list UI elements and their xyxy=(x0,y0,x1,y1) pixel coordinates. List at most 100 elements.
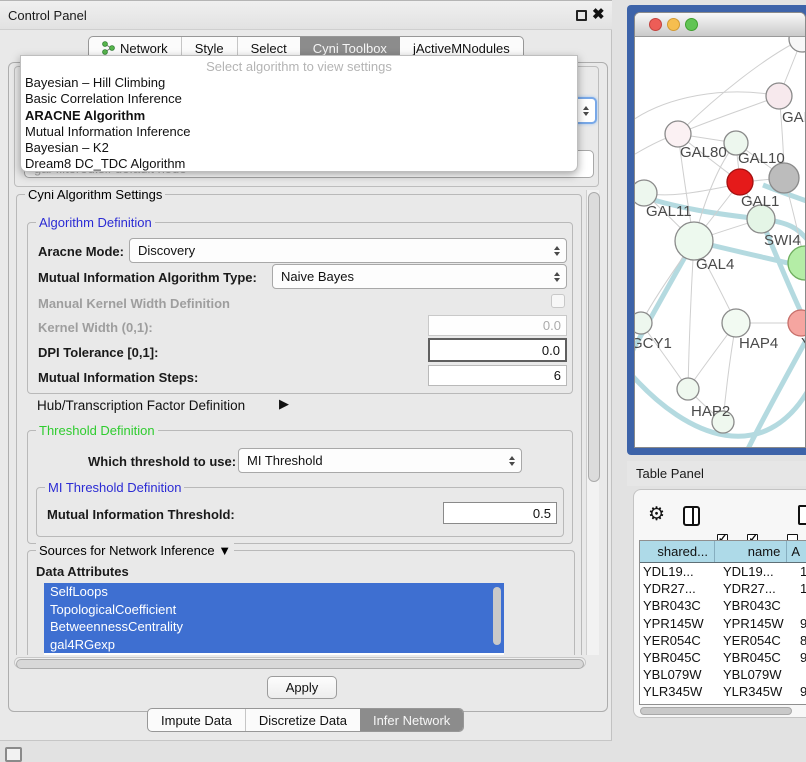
table-row[interactable]: YBR045CYBR045C9. xyxy=(640,649,806,666)
window-minimize-button[interactable] xyxy=(667,18,680,31)
threshold-definition-group: Threshold Definition Which threshold to … xyxy=(27,430,573,544)
mi-threshold-field[interactable]: 0.5 xyxy=(443,502,557,524)
dropdown-item[interactable]: Mutual Information Inference xyxy=(21,124,577,140)
table-row[interactable]: YIL052CYIL052C9. xyxy=(640,701,806,706)
control-panel-window: Control Panel ✖ Network Style Select Cyn… xyxy=(0,0,612,741)
mi-algorithm-type-label: Mutual Information Algorithm Type: xyxy=(38,270,257,285)
collapse-arrow-icon[interactable]: ▶ xyxy=(279,396,289,412)
table-row[interactable]: YDL19...YDL19...13 xyxy=(640,563,806,580)
column-header[interactable]: shared... xyxy=(640,541,715,562)
table-row[interactable]: YBR043CYBR043C xyxy=(640,597,806,614)
tab-discretize-data[interactable]: Discretize Data xyxy=(245,709,360,731)
data-attributes-label: Data Attributes xyxy=(36,564,129,579)
settings-viewport: Cyni Algorithm Settings Algorithm Defini… xyxy=(12,190,586,655)
cyni-algorithm-settings-group: Cyni Algorithm Settings Algorithm Defini… xyxy=(16,194,582,655)
node-label: GAL10 xyxy=(738,150,785,167)
attribute-item[interactable]: gal4RGexp xyxy=(44,636,504,654)
node-label: GAL xyxy=(782,109,806,126)
expand-arrow-icon[interactable]: ▼ xyxy=(218,543,231,558)
float-window-icon[interactable] xyxy=(576,10,587,21)
kernel-width-field[interactable]: 0.0 xyxy=(428,315,567,336)
table-row[interactable]: YLR345WYLR345W9. xyxy=(640,683,806,700)
tab-infer-network[interactable]: Infer Network xyxy=(360,709,463,731)
dropdown-item-selected[interactable]: ARACNE Algorithm xyxy=(21,108,577,124)
kernel-width-label: Kernel Width (0,1): xyxy=(38,320,153,335)
document-icon[interactable] xyxy=(798,505,806,525)
tab-impute-data[interactable]: Impute Data xyxy=(148,709,245,731)
table-row[interactable]: YPR145WYPR145W9. xyxy=(640,615,806,632)
network-tab-icon xyxy=(102,41,115,55)
node-gcy1[interactable] xyxy=(635,312,652,334)
node-label: GAL1 xyxy=(741,193,779,210)
settings-hscrollbar[interactable] xyxy=(14,657,586,668)
spinner-arrows-icon xyxy=(554,246,560,256)
panel-dock-icon[interactable] xyxy=(5,747,22,762)
mi-threshold-definition-group: MI Threshold Definition Mutual Informati… xyxy=(36,487,564,537)
dropdown-prompt: Select algorithm to view settings xyxy=(21,56,577,75)
node-label: HAP4 xyxy=(739,335,778,352)
node-label: SWI4 xyxy=(764,232,801,249)
node-label: GAL4 xyxy=(696,256,734,273)
node-table: shared... name A YDL19...YDL19...13 YDR2… xyxy=(639,540,806,705)
mi-steps-label: Mutual Information Steps: xyxy=(38,370,198,385)
mi-threshold-label: Mutual Information Threshold: xyxy=(47,507,235,522)
list-scrollbar-thumb[interactable] xyxy=(493,587,501,645)
mi-algorithm-type-combo[interactable]: Naive Bayes xyxy=(272,264,567,289)
node-hap2[interactable] xyxy=(677,378,699,400)
table-header-row: shared... name A xyxy=(640,541,806,563)
node-label: GCY1 xyxy=(635,335,672,352)
attribute-item[interactable]: SelfLoops xyxy=(44,583,504,601)
table-row[interactable]: YDR27...YDR27...12 xyxy=(640,580,806,597)
column-view-icon[interactable] xyxy=(683,506,700,526)
sources-group: Sources for Network Inference ▼ Data Att… xyxy=(27,550,575,655)
table-hscrollbar[interactable] xyxy=(639,707,806,716)
node-gal4[interactable] xyxy=(675,222,713,260)
control-panel-title: Control Panel xyxy=(8,8,87,23)
node-pink-top[interactable] xyxy=(766,83,792,109)
which-threshold-combo[interactable]: MI Threshold xyxy=(238,448,522,473)
which-threshold-label: Which threshold to use: xyxy=(88,454,236,469)
node-partial-top[interactable] xyxy=(789,37,806,52)
algorithm-dropdown-popup: Select algorithm to view settings Bayesi… xyxy=(20,55,578,172)
aracne-mode-combo[interactable]: Discovery xyxy=(129,238,567,263)
network-window: GAL GAL80 GAL10 GAL1 GAL11 SWI4 GAL4 GCY… xyxy=(634,12,806,448)
column-header[interactable]: name xyxy=(715,541,787,562)
algorithm-definition-title: Algorithm Definition xyxy=(36,215,155,230)
table-row[interactable]: YER054CYER054C8. xyxy=(640,632,806,649)
network-canvas[interactable]: GAL GAL80 GAL10 GAL1 GAL11 SWI4 GAL4 GCY… xyxy=(635,37,806,448)
settings-hscrollbar-thumb[interactable] xyxy=(16,659,584,669)
manual-kernel-width-label: Manual Kernel Width Definition xyxy=(38,296,230,311)
dropdown-item[interactable]: Dream8 DC_TDC Algorithm xyxy=(21,156,577,172)
settings-vscrollbar-thumb[interactable] xyxy=(588,192,600,482)
node-bright-green[interactable] xyxy=(788,246,806,280)
cyni-bottom-tabbar: Impute Data Discretize Data Infer Networ… xyxy=(147,708,464,732)
node-salmon[interactable] xyxy=(788,310,806,336)
dpi-tolerance-label: DPI Tolerance [0,1]: xyxy=(38,345,158,360)
window-close-button[interactable] xyxy=(649,18,662,31)
manual-kernel-width-checkbox[interactable] xyxy=(551,294,565,308)
table-hscrollbar-thumb[interactable] xyxy=(640,707,792,715)
mi-steps-field[interactable]: 6 xyxy=(428,365,567,386)
attribute-item[interactable]: BetweennessCentrality xyxy=(44,618,504,636)
dropdown-item[interactable]: Basic Correlation Inference xyxy=(21,91,577,107)
table-row[interactable]: YBL079WYBL079W xyxy=(640,666,806,683)
node-label: GAL80 xyxy=(680,144,727,161)
window-zoom-button[interactable] xyxy=(685,18,698,31)
apply-button[interactable]: Apply xyxy=(267,676,337,699)
node-label: GAL11 xyxy=(646,203,692,220)
dropdown-item[interactable]: Bayesian – Hill Climbing xyxy=(21,75,577,91)
settings-vscrollbar[interactable] xyxy=(586,190,599,655)
spinner-arrows-icon xyxy=(583,106,589,116)
spinner-arrows-icon xyxy=(509,456,515,466)
node-gray[interactable] xyxy=(769,163,799,193)
column-header[interactable]: A xyxy=(787,541,806,562)
dropdown-item[interactable]: Bayesian – K2 xyxy=(21,140,577,156)
attribute-item[interactable]: TopologicalCoefficient xyxy=(44,601,504,619)
dpi-tolerance-field[interactable]: 0.0 xyxy=(428,338,567,362)
node-gal1-red[interactable] xyxy=(727,169,753,195)
network-window-titlebar xyxy=(635,13,806,37)
gear-icon[interactable]: ⚙ xyxy=(648,503,665,526)
close-icon[interactable]: ✖ xyxy=(592,5,605,23)
algorithm-definition-group: Algorithm Definition Aracne Mode: Discov… xyxy=(27,222,573,394)
node-hap4[interactable] xyxy=(722,309,750,337)
